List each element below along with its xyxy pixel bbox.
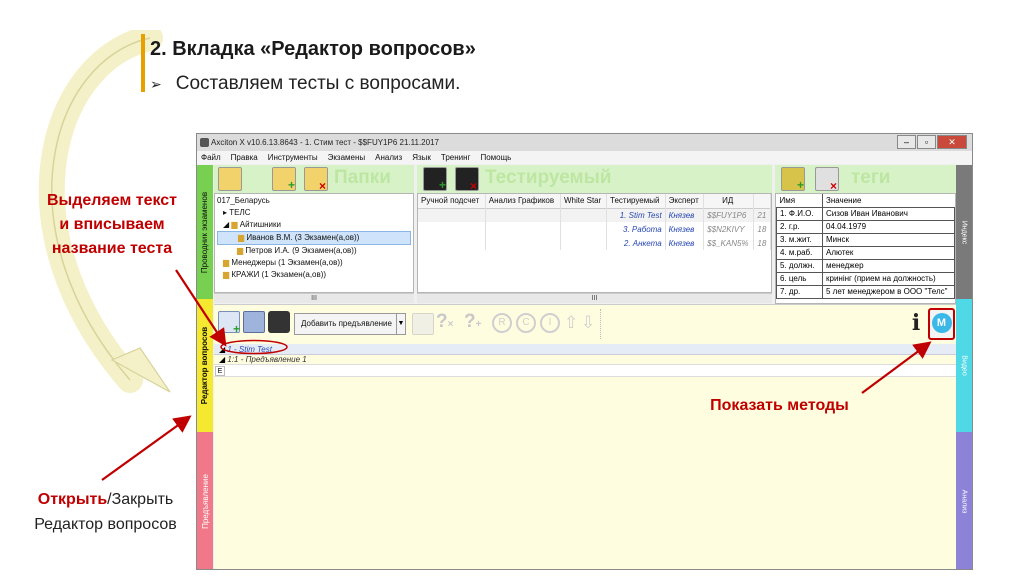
arrow-to-methods bbox=[861, 341, 932, 394]
arrow-to-editor-tab bbox=[101, 415, 192, 481]
arrow-to-test-name bbox=[175, 269, 227, 347]
annotation-show-methods: Показать методы bbox=[710, 397, 849, 414]
annotation-arrows bbox=[101, 269, 932, 481]
